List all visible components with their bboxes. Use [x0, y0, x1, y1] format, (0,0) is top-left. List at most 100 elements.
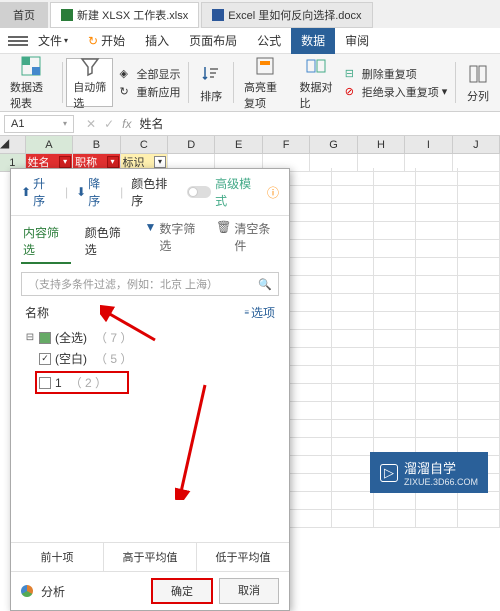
cell[interactable] [290, 456, 332, 474]
filter-item-1[interactable]: 1（ 2 ） [21, 369, 279, 396]
menu-start[interactable]: ↻开始 [78, 28, 135, 54]
cell[interactable] [290, 294, 332, 312]
color-sort-button[interactable]: 颜色排序 [131, 175, 179, 209]
cell[interactable] [416, 420, 458, 438]
cell[interactable] [416, 492, 458, 510]
cell[interactable] [374, 366, 416, 384]
tab-color-filter[interactable]: 颜色筛选 [83, 220, 133, 264]
cell[interactable] [290, 168, 332, 186]
cell[interactable] [416, 330, 458, 348]
col-header[interactable]: J [453, 136, 500, 153]
number-filter-button[interactable]: ▼数字筛选 [145, 220, 205, 264]
cell[interactable] [332, 492, 374, 510]
cell[interactable] [458, 258, 500, 276]
cell[interactable] [374, 348, 416, 366]
cell[interactable] [458, 312, 500, 330]
menu-formula[interactable]: 公式 [247, 28, 291, 54]
cell[interactable] [290, 510, 332, 528]
cell[interactable] [374, 384, 416, 402]
cell[interactable] [416, 384, 458, 402]
col-header[interactable]: I [405, 136, 452, 153]
cancel-button[interactable]: 取消 [219, 578, 279, 604]
collapse-icon[interactable]: ⊟ [25, 332, 35, 343]
cell[interactable] [332, 402, 374, 420]
top10-button[interactable]: 前十项 [11, 543, 104, 571]
cell[interactable] [332, 312, 374, 330]
ribbon-showall[interactable]: ◈ 全部显示 [119, 66, 180, 82]
ok-button[interactable]: 确定 [151, 578, 213, 604]
cell[interactable] [458, 492, 500, 510]
ribbon-datacompare[interactable]: 数据对比 [294, 58, 339, 107]
advanced-mode-toggle[interactable]: 高级模式 ⓘ [187, 175, 279, 209]
cell[interactable] [458, 348, 500, 366]
cell[interactable] [458, 240, 500, 258]
cell[interactable] [416, 510, 458, 528]
cell[interactable] [374, 510, 416, 528]
cell[interactable] [290, 186, 332, 204]
cell[interactable] [374, 240, 416, 258]
menu-file[interactable]: 文件▾ [28, 28, 78, 54]
cell[interactable] [416, 204, 458, 222]
cell[interactable] [332, 276, 374, 294]
filter-selectall[interactable]: ⊟ (全选)（ 7 ） [21, 327, 279, 348]
cancel-formula-icon[interactable]: ✕ [86, 117, 96, 131]
cell[interactable] [290, 384, 332, 402]
cell[interactable] [290, 438, 332, 456]
cell[interactable] [416, 348, 458, 366]
cell[interactable] [458, 186, 500, 204]
hamburger-icon[interactable] [8, 36, 28, 46]
col-header[interactable]: A [26, 136, 73, 153]
ribbon-removedup[interactable]: ⊟ 删除重复项 [345, 66, 448, 82]
cell[interactable] [416, 312, 458, 330]
col-header[interactable]: D [168, 136, 215, 153]
cell[interactable] [332, 420, 374, 438]
filter-dropdown-icon[interactable]: ▾ [107, 156, 119, 168]
tab-home[interactable]: 首页 [0, 2, 48, 28]
cell[interactable] [458, 276, 500, 294]
tab-doc1[interactable]: 新建 XLSX 工作表.xlsx [50, 2, 199, 28]
cell[interactable] [374, 258, 416, 276]
ribbon-reapply[interactable]: ↻ 重新应用 [119, 84, 180, 100]
col-header[interactable]: E [215, 136, 262, 153]
cell[interactable] [416, 222, 458, 240]
tab-content-filter[interactable]: 内容筛选 [21, 220, 71, 264]
cell[interactable] [290, 402, 332, 420]
cell-ref-input[interactable]: A1▾ [4, 115, 74, 133]
ribbon-rejectdup[interactable]: ⊘ 拒绝录入重复项▾ [345, 84, 448, 100]
cell[interactable] [332, 258, 374, 276]
cell[interactable] [332, 438, 374, 456]
cell[interactable] [332, 330, 374, 348]
menu-data[interactable]: 数据 [291, 28, 335, 54]
ribbon-highlight[interactable]: 高亮重复项 [238, 58, 292, 107]
menu-insert[interactable]: 插入 [135, 28, 179, 54]
col-header[interactable]: F [263, 136, 310, 153]
cell[interactable] [374, 330, 416, 348]
cell[interactable] [458, 168, 500, 186]
cell[interactable] [416, 168, 458, 186]
cell[interactable] [332, 294, 374, 312]
cell[interactable] [290, 330, 332, 348]
menu-review[interactable]: 审阅 [335, 28, 379, 54]
cell[interactable] [290, 492, 332, 510]
filter-dropdown-icon[interactable]: ▾ [154, 156, 166, 168]
filter-item-blank[interactable]: (空白)（ 5 ） [21, 348, 279, 369]
formula-bar[interactable]: 姓名 [139, 115, 163, 132]
cell[interactable] [332, 240, 374, 258]
cell[interactable] [332, 222, 374, 240]
above-avg-button[interactable]: 高于平均值 [104, 543, 197, 571]
cell[interactable] [332, 474, 374, 492]
cell[interactable] [290, 312, 332, 330]
cell[interactable] [458, 366, 500, 384]
cell[interactable] [416, 258, 458, 276]
sort-asc-button[interactable]: ⬆升序 [21, 175, 57, 209]
cell[interactable] [416, 366, 458, 384]
menu-layout[interactable]: 页面布局 [179, 28, 247, 54]
ribbon-split[interactable]: 分列 [460, 58, 496, 107]
cell[interactable] [374, 276, 416, 294]
cell[interactable] [332, 168, 374, 186]
cell[interactable] [290, 474, 332, 492]
cell[interactable] [374, 204, 416, 222]
cell[interactable] [374, 294, 416, 312]
fx-button[interactable]: fx [122, 117, 131, 131]
cell[interactable] [290, 222, 332, 240]
